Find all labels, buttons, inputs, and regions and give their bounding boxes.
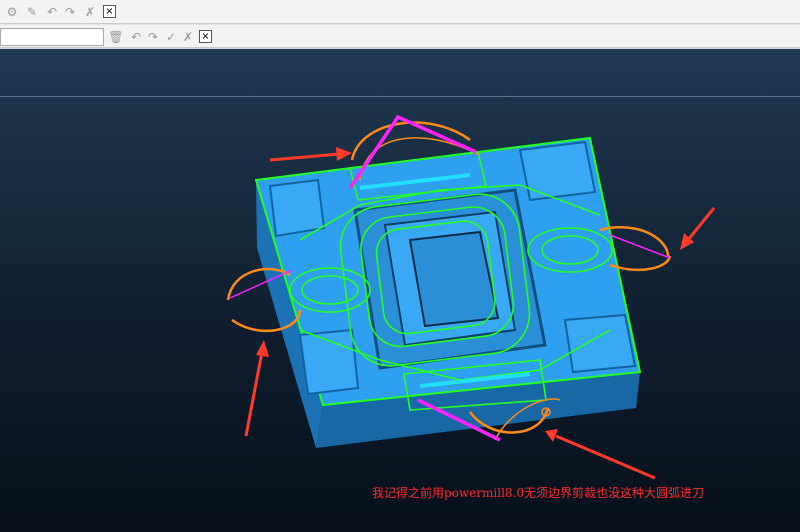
link-right xyxy=(609,234,671,259)
arrow-bottom-line xyxy=(555,434,656,480)
corner-pocket-tr xyxy=(518,140,597,202)
cam-model-scene[interactable] xyxy=(0,0,800,532)
annotation-caption: 我记得之前用powermill8.0无须边界剪裁也没这种大圆弧进刀 xyxy=(372,486,704,500)
corner-pocket-br xyxy=(563,313,637,374)
lead-arc-right-2 xyxy=(609,255,672,272)
arrow-left-line xyxy=(244,351,264,437)
arrow-right-line xyxy=(686,207,716,241)
corner-pocket-bl xyxy=(298,328,360,396)
corner-pocket-tl xyxy=(268,178,326,238)
arrow-bottom-head xyxy=(545,429,558,442)
arrow-top-left-line xyxy=(269,152,341,162)
arrow-top-left-head xyxy=(336,147,352,161)
arrow-left-head xyxy=(256,340,269,357)
